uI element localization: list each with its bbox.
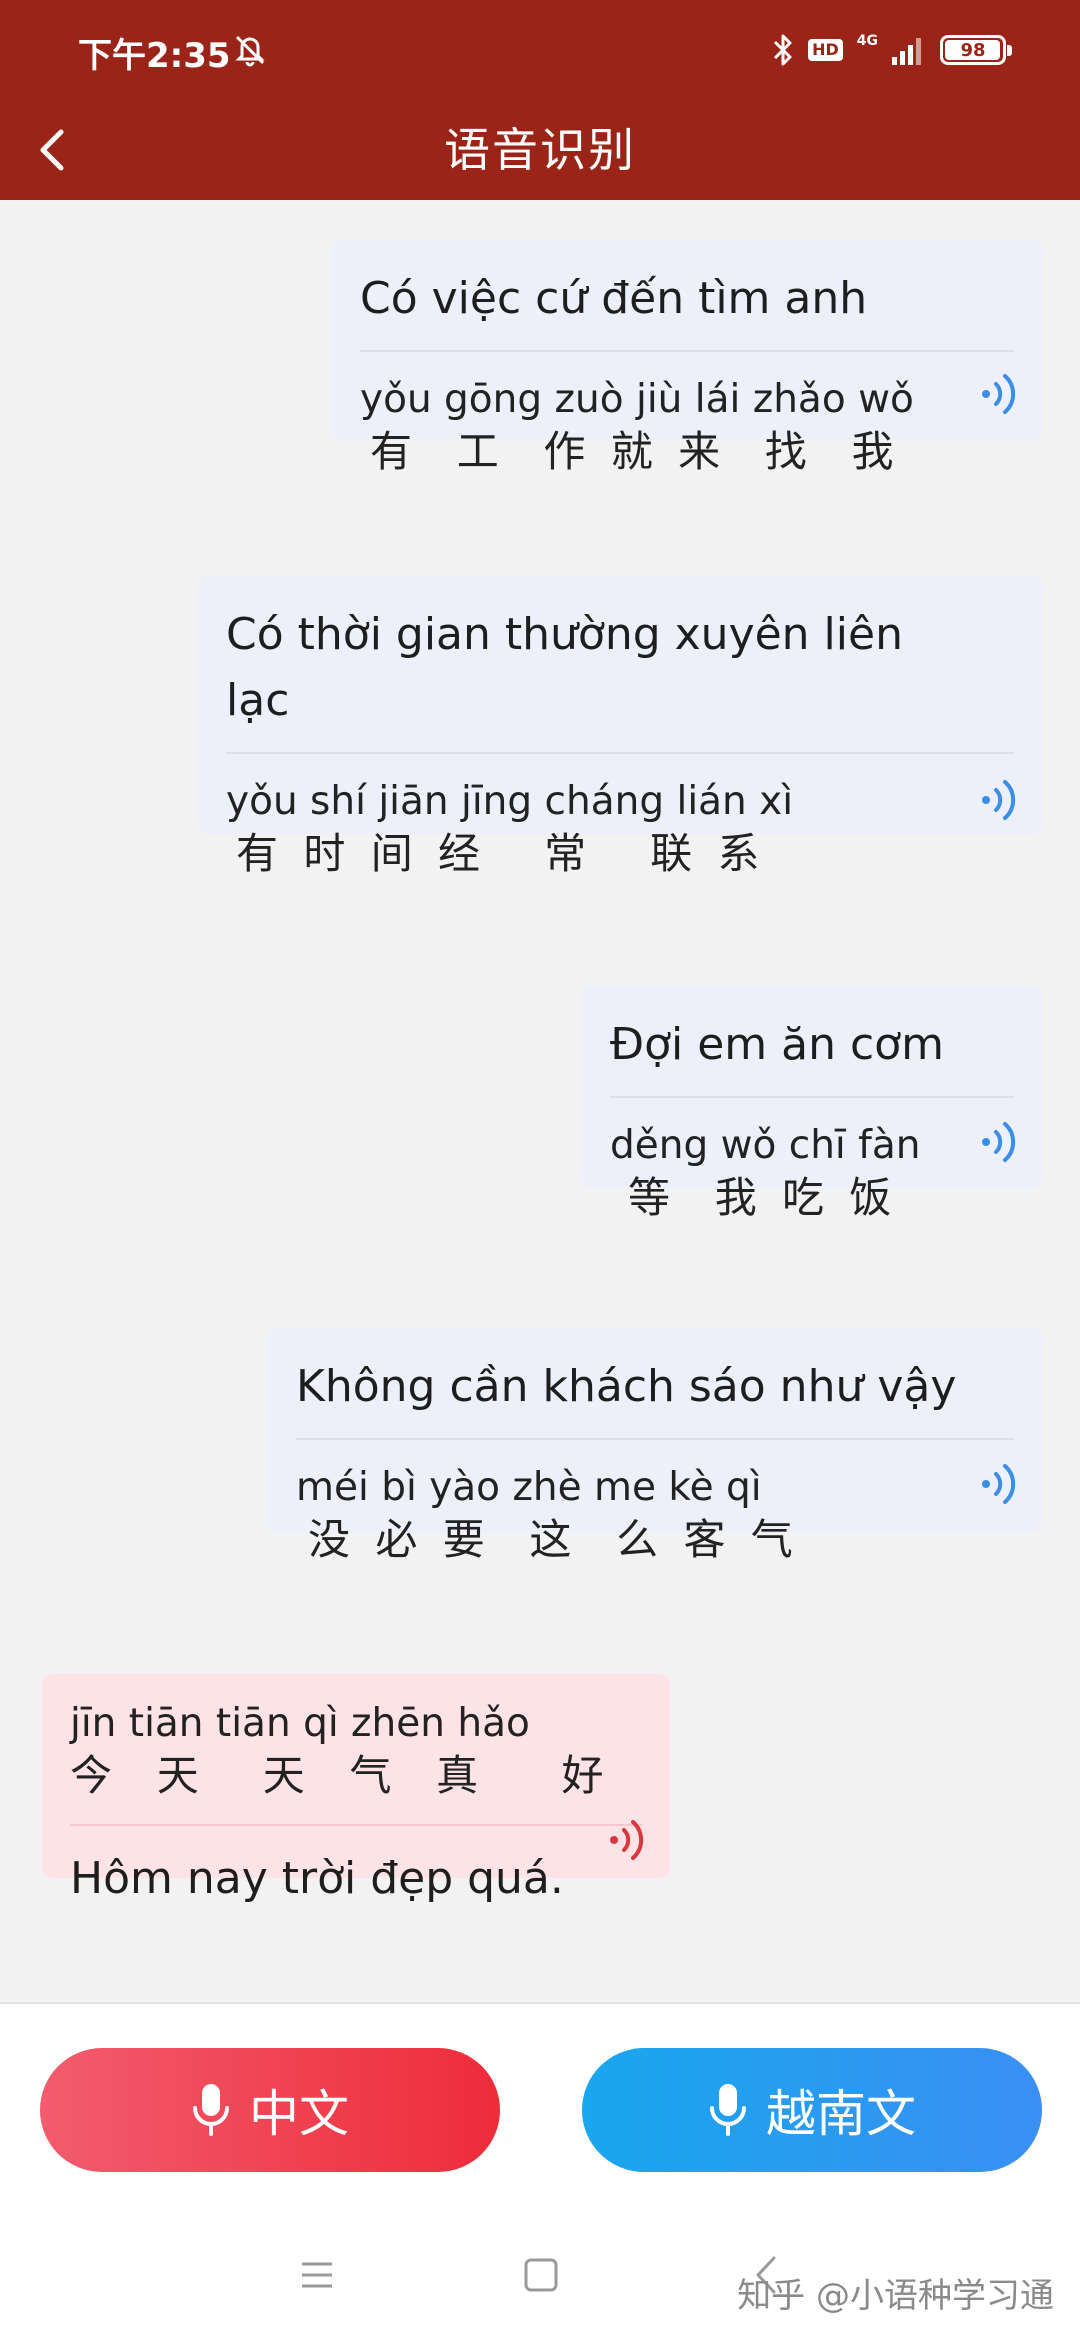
mute-icon <box>235 35 265 67</box>
speaker-icon[interactable] <box>974 772 1030 828</box>
speaker-icon[interactable] <box>974 1456 1030 1512</box>
top-bar: 下午2:35 HD 4G 98 语音识别 <box>0 0 1080 200</box>
vietnamese-row: Hôm nay trời đẹp quá. <box>70 1846 642 1912</box>
pinyin-text: jīn tiān tiān qì zhēn hǎo <box>70 1701 530 1746</box>
microphone-icon <box>710 2084 746 2136</box>
chinese-button-label: 中文 <box>249 2085 349 2143</box>
bubble-divider <box>226 752 1014 754</box>
pinyin-text: méi bì yào zhè me kè qì <box>296 1465 762 1510</box>
message-bubble: Có thời gian thường xuyên liên lạc yǒu s… <box>198 576 1042 878</box>
home-square-icon[interactable] <box>516 2250 566 2300</box>
message-bubble: Có việc cứ đến tìm anh yǒu gōng zuò jiù … <box>332 240 1042 476</box>
network-label: 4G <box>856 33 878 49</box>
status-bar: 下午2:35 HD 4G 98 <box>0 0 1080 100</box>
menu-icon[interactable] <box>292 2250 342 2300</box>
pinyin-text: děng wǒ chī fàn <box>610 1123 921 1168</box>
message-bubble: Không cần khách sáo như vậy méi bì yào z… <box>268 1328 1042 1564</box>
vietnamese-text: Hôm nay trời đẹp quá. <box>70 1853 564 1904</box>
chinese-voice-button[interactable]: 中文 <box>40 2048 500 2172</box>
vietnamese-button-label: 越南文 <box>766 2085 916 2143</box>
speaker-icon[interactable] <box>602 1812 658 1868</box>
hanzi-text: 没 必 要 这 么 客 气 <box>308 1515 799 1564</box>
vietnamese-text: Có thời gian thường xuyên liên lạc <box>226 609 903 726</box>
pinyin-text: yǒu gōng zuò jiù lái zhǎo wǒ <box>360 377 914 422</box>
bubble-divider <box>610 1096 1014 1098</box>
hanzi-text: 等 我 吃 饭 <box>628 1173 898 1222</box>
speaker-icon[interactable] <box>974 366 1030 422</box>
vietnamese-text: Có việc cứ đến tìm anh <box>360 273 868 324</box>
vietnamese-voice-button[interactable]: 越南文 <box>582 2048 1042 2172</box>
pinyin-text: yǒu shí jiān jīng cháng lián xì <box>226 779 794 824</box>
battery-level: 98 <box>960 39 986 61</box>
microphone-icon <box>193 2084 229 2136</box>
nav-bar: 语音识别 <box>0 100 1080 200</box>
vietnamese-text: Không cần khách sáo như vậy <box>296 1361 957 1412</box>
chat-list: Có việc cứ đến tìm anh yǒu gōng zuò jiù … <box>0 200 1080 2000</box>
bubble-divider <box>70 1824 642 1826</box>
status-time: 下午2:35 <box>78 36 231 76</box>
watermark: 知乎 @小语种学习通 <box>737 2276 1054 2316</box>
bluetooth-icon <box>774 34 792 66</box>
bubble-divider <box>296 1438 1014 1440</box>
signal-icon <box>892 38 921 65</box>
hanzi-text: 有 工 作 就 来 找 我 <box>370 427 900 476</box>
battery-icon: 98 <box>940 35 1012 65</box>
message-bubble-incoming: jīn tiān tiān qì zhēn hǎo 今 天 天 气 真 好 Hô… <box>42 1674 670 1904</box>
bottom-bar: 中文 越南文 <box>0 2002 1080 2210</box>
bubble-divider <box>360 350 1014 352</box>
page-title: 语音识别 <box>444 123 636 177</box>
hd-badge: HD <box>808 39 843 61</box>
status-icons: HD 4G 98 <box>772 30 1012 70</box>
speaker-icon[interactable] <box>974 1114 1030 1170</box>
vietnamese-text: Đợi em ăn cơm <box>610 1019 944 1070</box>
message-bubble: Đợi em ăn cơm děng wǒ chī fàn 等 我 吃 饭 <box>582 986 1042 1222</box>
hanzi-text: 今 天 天 气 真 好 <box>70 1751 610 1800</box>
hanzi-text: 有 时 间 经 常 联 系 <box>236 829 766 878</box>
